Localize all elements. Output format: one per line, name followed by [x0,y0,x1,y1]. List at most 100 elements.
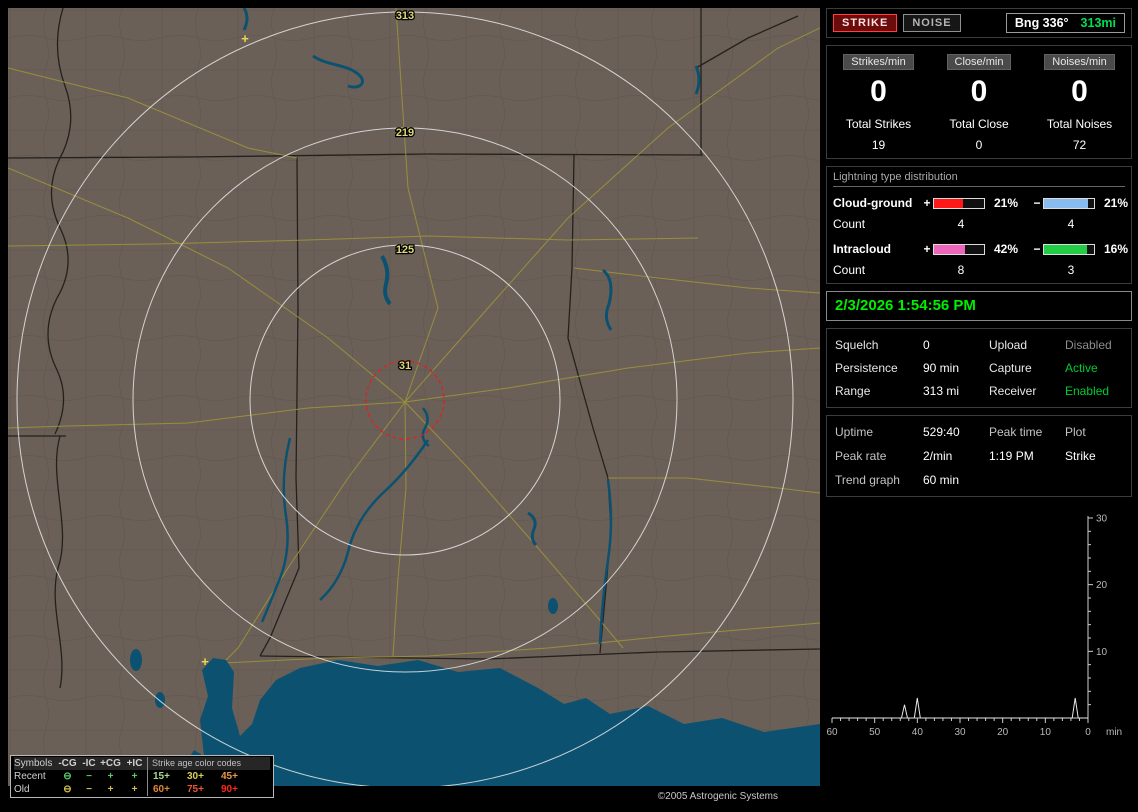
pos-cg-old-icon: + [107,784,114,795]
range-ring-label: 125 [396,244,414,256]
range-ring-label: 219 [396,127,414,139]
persistence-value: 90 min [923,361,960,375]
upload-status: Disabled [1065,338,1112,352]
copyright-text: ©2005 Astrogenic Systems [657,791,778,802]
nexstorm-window: { "map": { "ring_labels": ["313", "219",… [0,0,1138,812]
uptime-value: 529:40 [923,425,960,439]
intracloud-row: Intracloud + 42% − 16% [833,242,1129,256]
peak-rate-label: Peak rate [835,449,887,463]
x-tick-label: 0 [1085,727,1091,738]
trend-graph-value: 60 min [923,473,960,487]
noises-per-min-value: 0 [1071,75,1088,108]
strike-button[interactable]: STRIKE [833,14,898,32]
intracloud-count-row: Count 8 3 [833,263,1125,277]
peak-time-value: 1:19 PM [989,449,1034,463]
map-panel: 313 219 125 31 + + Symbols -CG -IC +CG +… [8,8,820,804]
receiver-label: Receiver [989,384,1037,398]
total-strikes-label: Total Strikes [845,117,912,131]
cg-minus-pct: 21% [1104,196,1129,210]
map-legend: Symbols -CG -IC +CG +IC Strike age color… [10,755,274,798]
control-panel: STRIKE NOISE Bng 336° 313mi Strikes/min … [826,8,1132,806]
plot-value: Strike [1065,449,1096,463]
trend-line [832,697,1088,719]
legend-col-pos-cg: +CG [100,758,121,769]
mode-bar: STRIKE NOISE Bng 336° 313mi [826,8,1132,38]
status-section: Squelch 0 Upload Disabled Persistence 90… [826,328,1132,408]
noises-column: Noises/min 0 Total Noises 72 [1030,54,1129,152]
age-code: 75+ [187,784,204,795]
close-column: Close/min 0 Total Close 0 [930,54,1029,152]
distribution-section: Lightning type distribution Cloud-ground… [826,166,1132,284]
legend-row-label: Old [14,784,30,795]
stats-section: Uptime 529:40 Peak time Plot Peak rate 2… [826,415,1132,497]
neg-cg-old-icon: ⊖ [63,784,72,795]
neg-ic-old-icon: − [86,784,92,795]
trend-graph[interactable]: 60 50 40 30 20 10 0 min 10 20 30 [826,504,1132,754]
cg-plus-count: 4 [957,217,965,231]
x-tick-label: 50 [869,727,881,738]
minus-sign: − [1033,242,1041,256]
receiver-status: Enabled [1065,384,1110,398]
bearing-value: Bng 336° [1014,16,1069,30]
plus-sign: + [923,196,931,210]
capture-label: Capture [989,361,1032,375]
x-tick-label: 20 [997,727,1009,738]
strikes-column: Strikes/min 0 Total Strikes 19 [829,54,928,152]
legend-col-neg-ic: -IC [82,758,96,769]
legend-symbols-title: Symbols [14,758,53,769]
upload-label: Upload [989,338,1028,352]
lightning-map[interactable]: 313 219 125 31 + + [8,8,820,786]
y-tick-label: 20 [1096,580,1108,591]
peak-rate-value: 2/min [923,449,953,463]
legend-col-neg-cg: -CG [58,758,77,769]
total-close-value: 0 [975,138,983,152]
close-per-min-header[interactable]: Close/min [946,54,1012,70]
capture-status: Active [1065,361,1098,375]
minus-sign: − [1033,196,1041,210]
range-ring-label: 313 [396,10,414,22]
range-value: 313 mi [923,384,960,398]
x-tick-label: 10 [1040,727,1052,738]
total-strikes-value: 19 [871,138,886,152]
age-code: 90+ [221,784,238,795]
ic-minus-pct: 16% [1104,242,1129,256]
bearing-range-value: 313mi [1080,16,1116,30]
intracloud-label: Intracloud [833,242,892,256]
legend-row-recent: Recent ⊖ − + + 15+ 30+ 45+ [14,770,270,783]
age-code: 45+ [221,771,238,782]
ic-plus-count: 8 [957,263,965,277]
rates-section: Strikes/min 0 Total Strikes 19 Close/min… [826,45,1132,159]
age-code: 15+ [153,771,170,782]
noises-per-min-header[interactable]: Noises/min [1044,54,1115,70]
legend-age-title: Strike age color codes [147,757,270,770]
legend-col-pos-ic: +IC [126,758,143,769]
cg-minus-count: 4 [1067,217,1075,231]
squelch-label: Squelch [835,338,879,352]
close-per-min-value: 0 [970,75,988,108]
x-tick-label: 30 [954,727,966,738]
squelch-value: 0 [923,338,930,352]
range-label: Range [835,384,871,398]
uptime-label: Uptime [835,425,874,439]
trend-graph-label: Trend graph [835,473,900,487]
cloud-ground-row: Cloud-ground + 21% − 21% [833,196,1129,210]
cloud-ground-count-row: Count 4 4 [833,217,1125,231]
range-ring-label: 31 [399,360,411,372]
total-close-label: Total Close [949,117,1009,131]
count-label: Count [833,217,866,231]
legend-row-label: Recent [14,771,46,782]
bearing-display: Bng 336° 313mi [1005,13,1125,33]
x-tick-label: 60 [826,727,838,738]
x-tick-label: 40 [912,727,924,738]
noise-button[interactable]: NOISE [903,14,961,32]
y-tick-label: 30 [1096,514,1108,525]
neg-cg-recent-icon: ⊖ [63,771,72,782]
strikes-per-min-value: 0 [870,75,887,108]
ic-minus-bar [1043,243,1095,255]
distribution-title: Lightning type distribution [833,171,1125,187]
strikes-per-min-header[interactable]: Strikes/min [843,54,914,70]
date-time-display: 2/3/2026 1:54:56 PM [835,297,976,314]
neg-ic-recent-icon: − [86,771,92,782]
age-code: 60+ [153,784,170,795]
legend-row-old: Old ⊖ − + + 60+ 75+ 90+ [14,783,270,796]
